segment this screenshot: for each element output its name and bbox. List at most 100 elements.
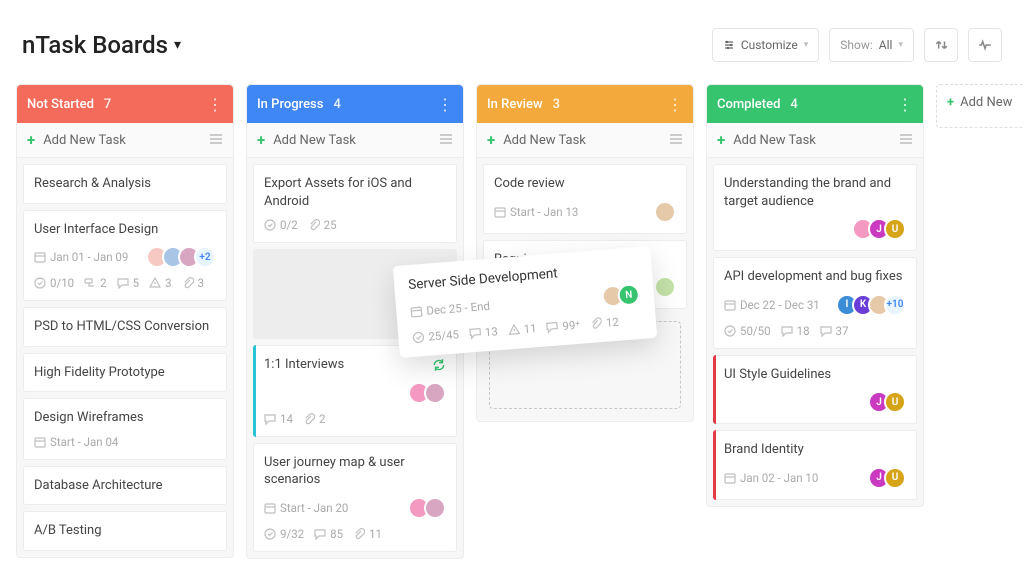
calendar-icon bbox=[264, 502, 276, 514]
sort-icon bbox=[934, 38, 948, 52]
task-card[interactable]: API development and bug fixes Dec 22 - D… bbox=[713, 257, 917, 349]
add-task-label: Add New Task bbox=[503, 133, 586, 148]
card-title: High Fidelity Prototype bbox=[34, 364, 216, 382]
column-header[interactable]: Not Started 7 ⋮ bbox=[17, 85, 233, 123]
alerts-meta: 3 bbox=[149, 276, 171, 290]
column-name: Not Started bbox=[27, 97, 94, 112]
date-meta: Dec 25 - End bbox=[410, 299, 491, 319]
avatar: U bbox=[884, 218, 906, 240]
card-title: Design Wireframes bbox=[34, 409, 216, 427]
comments-meta: 85 bbox=[314, 527, 343, 541]
task-card[interactable]: Brand Identity Jan 02 - Jan 10 J U bbox=[713, 430, 917, 500]
attachments-meta: 11 bbox=[353, 527, 382, 541]
task-card[interactable]: UI Style Guidelines J U bbox=[713, 355, 917, 425]
check-icon bbox=[34, 277, 46, 289]
column-header[interactable]: In Progress 4 ⋮ bbox=[247, 85, 463, 123]
comment-icon bbox=[264, 413, 276, 425]
comments-meta: 14 bbox=[264, 412, 293, 426]
list-icon[interactable] bbox=[209, 134, 223, 146]
card-title: UI Style Guidelines bbox=[724, 366, 906, 384]
comments-meta: 5 bbox=[117, 276, 139, 290]
caret-down-icon: ▾ bbox=[174, 37, 181, 53]
title-text: nTask Boards bbox=[22, 31, 168, 59]
subtask-icon bbox=[84, 277, 96, 289]
task-card[interactable]: User Interface Design Jan 01 - Jan 09 +2… bbox=[23, 210, 227, 302]
check-icon bbox=[264, 528, 276, 540]
avatar: U bbox=[884, 391, 906, 413]
plus-icon: + bbox=[27, 131, 35, 149]
task-card[interactable]: Export Assets for iOS and Android 0/2 25 bbox=[253, 164, 457, 243]
show-filter-button[interactable]: Show: All ▾ bbox=[829, 28, 914, 62]
task-card[interactable]: High Fidelity Prototype bbox=[23, 353, 227, 393]
card-title: 1:1 Interviews bbox=[264, 356, 344, 374]
task-card[interactable]: Database Architecture bbox=[23, 466, 227, 506]
column-count: 4 bbox=[333, 97, 340, 112]
customize-button[interactable]: Customize ▾ bbox=[712, 28, 819, 62]
list-icon[interactable] bbox=[439, 134, 453, 146]
chevron-down-icon: ▾ bbox=[804, 40, 809, 50]
task-card[interactable]: A/B Testing bbox=[23, 511, 227, 551]
messages-meta: 99⁺ bbox=[546, 318, 581, 335]
attachments-meta: 25 bbox=[308, 218, 337, 232]
column-menu-icon[interactable]: ⋮ bbox=[897, 95, 913, 114]
sort-button[interactable] bbox=[924, 28, 958, 62]
column-header[interactable]: In Review 3 ⋮ bbox=[477, 85, 693, 123]
activity-button[interactable] bbox=[968, 28, 1002, 62]
assignees[interactable] bbox=[414, 382, 446, 404]
assignees[interactable] bbox=[660, 201, 676, 223]
task-card[interactable]: Understanding the brand and target audie… bbox=[713, 164, 917, 251]
assignees[interactable]: J U bbox=[858, 218, 906, 240]
list-icon[interactable] bbox=[899, 134, 913, 146]
assignees[interactable]: J U bbox=[874, 391, 906, 413]
avatar bbox=[424, 497, 446, 519]
add-task-button[interactable]: + Add New Task bbox=[247, 123, 463, 158]
comment-icon bbox=[468, 327, 481, 340]
task-card[interactable]: Design Wireframes Start - Jan 04 bbox=[23, 398, 227, 460]
assignees[interactable]: I K +10 bbox=[842, 294, 906, 316]
add-task-button[interactable]: + Add New Task bbox=[707, 123, 923, 158]
task-card[interactable]: Research & Analysis bbox=[23, 164, 227, 204]
calendar-icon bbox=[724, 299, 736, 311]
column-name: In Progress bbox=[257, 97, 323, 112]
assignees[interactable] bbox=[660, 276, 676, 298]
column-menu-icon[interactable]: ⋮ bbox=[207, 95, 223, 114]
attachments-meta: 2 bbox=[303, 412, 325, 426]
assignees[interactable]: N bbox=[607, 283, 641, 307]
column-menu-icon[interactable]: ⋮ bbox=[437, 95, 453, 114]
assignees[interactable]: +2 bbox=[152, 246, 216, 268]
card-list: Research & Analysis User Interface Desig… bbox=[17, 158, 233, 557]
card-title: API development and bug fixes bbox=[724, 268, 906, 286]
attach-icon bbox=[308, 219, 320, 231]
date-meta: Start - Jan 13 bbox=[494, 205, 578, 219]
list-icon[interactable] bbox=[669, 134, 683, 146]
task-card[interactable]: 1:1 Interviews 14 2 bbox=[253, 345, 457, 437]
alert-icon bbox=[507, 324, 520, 337]
chevron-down-icon: ▾ bbox=[898, 40, 903, 50]
assignees[interactable]: J U bbox=[874, 467, 906, 489]
add-column-button[interactable]: + Add New bbox=[936, 84, 1024, 128]
column-not-started: Not Started 7 ⋮ + Add New Task Research … bbox=[16, 84, 234, 558]
task-card[interactable]: User journey map & user scenarios Start … bbox=[253, 443, 457, 552]
add-task-button[interactable]: + Add New Task bbox=[17, 123, 233, 158]
sliders-icon bbox=[723, 39, 735, 51]
avatar: U bbox=[884, 467, 906, 489]
check-icon bbox=[724, 325, 736, 337]
avatar-more[interactable]: +2 bbox=[194, 246, 216, 268]
board-title[interactable]: nTask Boards ▾ bbox=[22, 31, 181, 59]
task-card[interactable]: Code review Start - Jan 13 bbox=[483, 164, 687, 234]
add-task-button[interactable]: + Add New Task bbox=[477, 123, 693, 158]
avatar-more[interactable]: +10 bbox=[884, 294, 906, 316]
date-meta: Jan 02 - Jan 10 bbox=[724, 471, 818, 485]
card-title: Export Assets for iOS and Android bbox=[264, 175, 446, 210]
column-count: 7 bbox=[104, 97, 111, 112]
task-card[interactable]: PSD to HTML/CSS Conversion bbox=[23, 307, 227, 347]
column-name: In Review bbox=[487, 97, 543, 112]
attachments-meta: 12 bbox=[589, 315, 619, 331]
column-header[interactable]: Completed 4 ⋮ bbox=[707, 85, 923, 123]
top-actions: Customize ▾ Show: All ▾ bbox=[712, 28, 1002, 62]
column-menu-icon[interactable]: ⋮ bbox=[667, 95, 683, 114]
customize-label: Customize bbox=[741, 38, 798, 52]
show-value: All bbox=[879, 38, 893, 52]
avatar bbox=[424, 382, 446, 404]
assignees[interactable] bbox=[414, 497, 446, 519]
